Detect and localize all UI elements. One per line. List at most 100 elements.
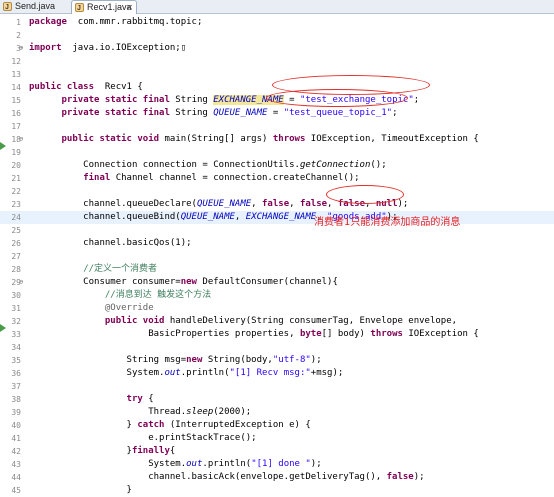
code-text: //定义一个消费者: [83, 264, 158, 274]
line-number: 40: [11, 421, 21, 430]
line-number: 34: [11, 343, 21, 352]
code-line[interactable]: 28 //定义一个消费者: [0, 263, 554, 276]
line-number: 36: [11, 369, 21, 378]
code-line[interactable]: 42 }finally{: [0, 445, 554, 458]
code-text: @Override: [104, 303, 154, 313]
line-number: 19: [11, 148, 21, 157]
code-text: public class Recv1 {: [29, 82, 143, 92]
code-text: try {: [126, 394, 154, 404]
code-line[interactable]: 17: [0, 120, 554, 133]
code-line[interactable]: 30 //消息到达 触发这个方法: [0, 289, 554, 302]
code-line[interactable]: 32 public void handleDelivery(String con…: [0, 315, 554, 332]
code-line[interactable]: 38 try {: [0, 393, 554, 406]
code-line[interactable]: 40 } catch (InterruptedException e) {: [0, 419, 554, 432]
collapse-fold-icon[interactable]: ⊖: [19, 279, 23, 286]
line-number: 22: [11, 187, 21, 196]
code-line[interactable]: 19: [0, 146, 554, 159]
code-line[interactable]: 22: [0, 185, 554, 198]
code-line[interactable]: 37: [0, 380, 554, 393]
code-text: }: [29, 485, 132, 495]
line-number: 35: [11, 356, 21, 365]
line-number: 45: [11, 486, 21, 495]
code-line[interactable]: 27: [0, 250, 554, 263]
line-number: 1: [16, 18, 21, 27]
code-text: Consumer consumer=new DefaultConsumer(ch…: [29, 277, 338, 287]
code-line[interactable]: 24 channel.queueBind(QUEUE_NAME, EXCHANG…: [0, 211, 554, 224]
code-text: channel.basicQos(1);: [29, 238, 192, 248]
annotation-circle-routing-key: [326, 185, 404, 204]
code-line[interactable]: 2: [0, 29, 554, 42]
editor-tab-bar: Send.java Recv1.java ✕: [0, 0, 554, 15]
line-number: 21: [11, 174, 21, 183]
code-text: e.printStackTrace();: [29, 433, 257, 443]
line-number: 13: [11, 70, 21, 79]
line-number: 17: [11, 122, 21, 131]
line-number: 28: [11, 265, 21, 274]
code-line[interactable]: 3 ⊕ import java.io.IOException;▯: [0, 42, 554, 55]
code-text: } catch (InterruptedException e) {: [29, 420, 311, 430]
line-number: 23: [11, 200, 21, 209]
code-line[interactable]: 23 channel.queueDeclare(QUEUE_NAME, fals…: [0, 198, 554, 211]
line-number: 29: [11, 278, 21, 287]
line-number: 30: [11, 291, 21, 300]
tab-send-java[interactable]: Send.java: [0, 0, 60, 14]
line-number: 24: [11, 213, 21, 222]
line-number: 2: [16, 31, 21, 40]
code-text: BasicProperties properties, byte[] body)…: [29, 329, 479, 339]
code-line[interactable]: 41 e.printStackTrace();: [0, 432, 554, 445]
code-line[interactable]: 39 Thread.sleep(2000);: [0, 406, 554, 419]
annotation-note: 消费者1只能消费添加商品的消息: [314, 217, 461, 228]
code-line[interactable]: 31 @Override: [0, 302, 554, 315]
java-file-icon: [75, 2, 84, 15]
code-text: String msg=new String(body,"utf-8");: [29, 355, 322, 365]
code-text: import java.io.IOException;▯: [29, 43, 187, 53]
line-number: 15: [11, 96, 21, 105]
code-text: package com.mmr.rabbitmq.topic;: [29, 17, 203, 27]
code-text: System.out.println("[1] Recv msg:"+msg);: [29, 368, 344, 378]
line-number: 12: [11, 57, 21, 66]
code-line[interactable]: 29 ⊖ Consumer consumer=new DefaultConsume…: [0, 276, 554, 289]
code-line[interactable]: 36 System.out.println("[1] Recv msg:"+ms…: [0, 367, 554, 380]
code-line[interactable]: 16 private static final String QUEUE_NAM…: [0, 107, 554, 120]
code-line[interactable]: 44 channel.basicAck(envelope.getDelivery…: [0, 471, 554, 484]
line-number: 25: [11, 226, 21, 235]
tab-recv1-java[interactable]: Recv1.java ✕: [71, 0, 137, 15]
code-line[interactable]: 26 channel.basicQos(1);: [0, 237, 554, 250]
code-line[interactable]: 13: [0, 68, 554, 81]
line-number: 27: [11, 252, 21, 261]
code-text: public static void main(String[] args) t…: [61, 134, 479, 144]
line-number: 38: [11, 395, 21, 404]
tab-label: Send.java: [15, 1, 56, 11]
code-line[interactable]: 33 BasicProperties properties, byte[] bo…: [0, 328, 554, 341]
collapse-fold-icon[interactable]: ⊖: [19, 136, 23, 143]
java-file-icon: [3, 1, 12, 14]
code-line[interactable]: 18 ⊖ public static void main(String[] arg…: [0, 133, 554, 150]
line-number: 39: [11, 408, 21, 417]
code-text: private static final String QUEUE_NAME =…: [61, 108, 398, 118]
code-text: //消息到达 触发这个方法: [104, 290, 212, 300]
line-number: 3: [16, 44, 21, 53]
line-number: 31: [11, 304, 21, 313]
line-number: 14: [11, 83, 21, 92]
code-line[interactable]: 1 package com.mmr.rabbitmq.topic;: [0, 16, 554, 29]
close-icon[interactable]: ✕: [126, 1, 133, 14]
line-number: 16: [11, 109, 21, 118]
override-marker-icon: [0, 317, 6, 332]
line-number: 41: [11, 434, 21, 443]
code-line[interactable]: 25: [0, 224, 554, 237]
expand-fold-icon[interactable]: ⊕: [19, 45, 23, 52]
line-number: 33: [11, 330, 21, 339]
line-number: 20: [11, 161, 21, 170]
code-line[interactable]: 35 String msg=new String(body,"utf-8");: [0, 354, 554, 367]
code-line[interactable]: 34: [0, 341, 554, 354]
code-text: public void handleDelivery(String consum…: [104, 316, 458, 326]
annotation-circle-queue: [266, 89, 408, 107]
line-number: 37: [11, 382, 21, 391]
code-text: }finally{: [29, 446, 176, 456]
code-line[interactable]: 20 Connection connection = ConnectionUti…: [0, 159, 554, 172]
line-number: 26: [11, 239, 21, 248]
code-line[interactable]: 12: [0, 55, 554, 68]
code-line[interactable]: 45 }: [0, 484, 554, 497]
code-line[interactable]: 21 final Channel channel = connection.cr…: [0, 172, 554, 185]
override-marker-icon: [0, 135, 6, 150]
